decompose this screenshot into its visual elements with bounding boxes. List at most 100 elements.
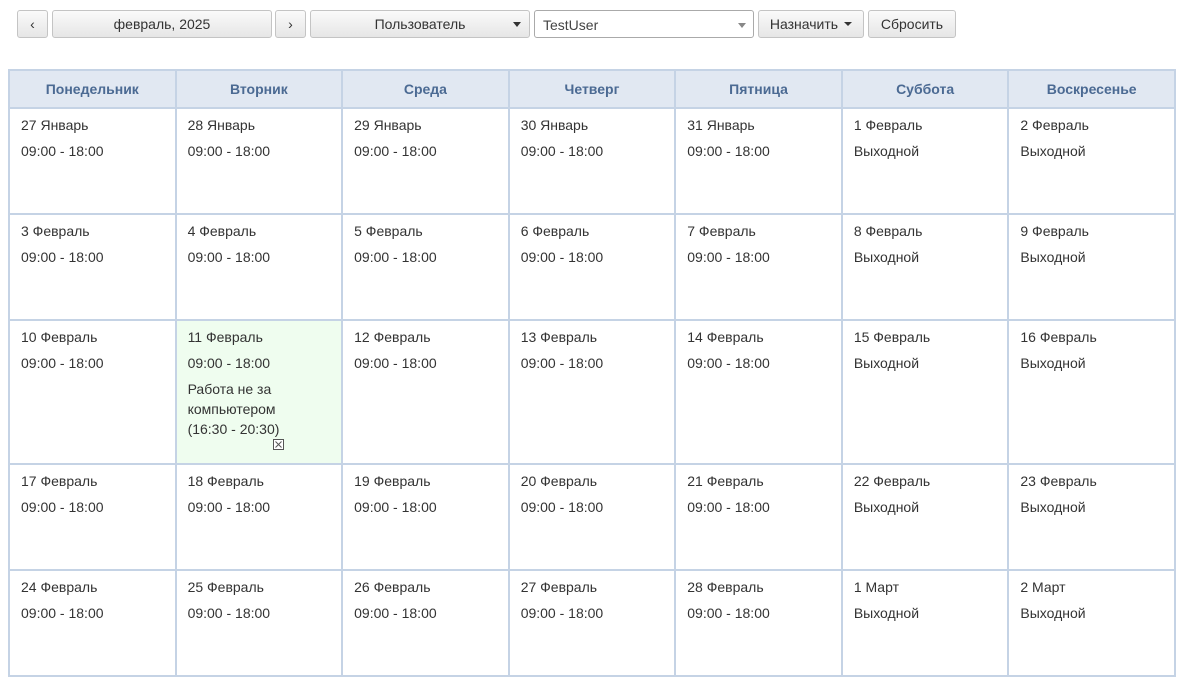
day-schedule: 09:00 - 18:00: [520, 249, 604, 265]
day-cell[interactable]: 22 Февраль Выходной: [840, 463, 1010, 571]
day-cell[interactable]: 14 Февраль 09:00 - 18:00: [674, 319, 843, 465]
day-cell[interactable]: 5 Февраль 09:00 - 18:00: [341, 213, 510, 321]
day-date: 22 Февраль: [853, 473, 931, 489]
mode-select-label: Пользователь: [374, 16, 466, 32]
day-cell[interactable]: 7 Февраль 09:00 - 18:00: [674, 213, 843, 321]
month-label: февраль, 2025: [113, 16, 211, 32]
day-cell-content: 25 Февраль 09:00 - 18:00: [177, 571, 342, 623]
day-cell[interactable]: 20 Февраль 09:00 - 18:00: [507, 463, 677, 571]
day-cell[interactable]: 2 Март Выходной: [1007, 569, 1176, 677]
day-cell[interactable]: 1 Март Выходной: [840, 569, 1010, 677]
day-cell-content: 12 Февраль 09:00 - 18:00: [343, 321, 508, 373]
day-cell-content: 27 Февраль 09:00 - 18:00: [510, 571, 675, 623]
day-cell[interactable]: 18 Февраль 09:00 - 18:00: [174, 463, 344, 571]
day-cell[interactable]: 17 Февраль 09:00 - 18:00: [8, 463, 177, 571]
day-cell-content: 15 Февраль Выходной: [843, 321, 1008, 373]
day-cell[interactable]: 27 Февраль 09:00 - 18:00: [507, 569, 677, 677]
day-date: 26 Февраль: [354, 579, 431, 595]
assign-label: Назначить: [769, 16, 839, 32]
week-row: 17 Февраль 09:00 - 18:00 18 Февраль 09:00 -…: [8, 463, 1176, 571]
day-cell[interactable]: 30 Январь 09:00 - 18:00: [507, 107, 677, 215]
day-schedule: Выходной: [1020, 605, 1086, 621]
caret-down-icon: [738, 23, 746, 28]
day-date: 12 Февраль: [354, 329, 431, 345]
day-cell[interactable]: 29 Январь 09:00 - 18:00: [341, 107, 510, 215]
weekday-header: Пятница: [674, 69, 843, 109]
day-cell[interactable]: 2 Февраль Выходной: [1007, 107, 1176, 215]
day-schedule: Выходной: [853, 499, 920, 515]
weekday-header: Четверг: [507, 69, 677, 109]
day-cell-content: 29 Январь 09:00 - 18:00: [343, 109, 508, 161]
day-cell[interactable]: 21 Февраль 09:00 - 18:00: [674, 463, 843, 571]
day-cell[interactable]: 28 Февраль 09:00 - 18:00: [674, 569, 843, 677]
day-cell[interactable]: 24 Февраль 09:00 - 18:00: [8, 569, 177, 677]
weekday-header: Суббота: [840, 69, 1010, 109]
weekday-header: Вторник: [174, 69, 344, 109]
day-cell[interactable]: 15 Февраль Выходной: [840, 319, 1010, 465]
day-date: 13 Февраль: [520, 329, 598, 345]
day-schedule: Выходной: [1020, 143, 1086, 159]
day-cell-content: 14 Февраль 09:00 - 18:00: [676, 321, 841, 373]
day-cell[interactable]: 8 Февраль Выходной: [840, 213, 1010, 321]
toolbar: ‹ февраль, 2025 › Пользователь TestUser …: [0, 0, 1183, 48]
day-cell[interactable]: 1 Февраль Выходной: [840, 107, 1010, 215]
calendar-event[interactable]: Работа не за компьютером (16:30 - 20:30): [188, 379, 318, 439]
weekday-header: Воскресенье: [1007, 69, 1176, 109]
day-cell-content: 13 Февраль 09:00 - 18:00: [510, 321, 675, 373]
day-schedule: 09:00 - 18:00: [187, 249, 271, 265]
day-cell-content: 27 Январь 09:00 - 18:00: [10, 109, 175, 161]
day-cell[interactable]: 9 Февраль Выходной: [1007, 213, 1176, 321]
month-display-button[interactable]: февраль, 2025: [52, 10, 272, 38]
day-schedule: Выходной: [1020, 355, 1086, 371]
day-date: 20 Февраль: [520, 473, 598, 489]
day-date: 25 Февраль: [187, 579, 264, 595]
day-cell[interactable]: 13 Февраль 09:00 - 18:00: [507, 319, 677, 465]
day-cell-content: 19 Февраль 09:00 - 18:00: [343, 465, 508, 517]
day-cell-content: 31 Январь 09:00 - 18:00: [676, 109, 841, 161]
day-date: 3 Февраль: [21, 223, 90, 239]
day-schedule: 09:00 - 18:00: [687, 605, 770, 621]
day-date: 11 Февраль: [187, 329, 263, 345]
day-cell[interactable]: 4 Февраль 09:00 - 18:00: [174, 213, 344, 321]
day-cell[interactable]: 10 Февраль 09:00 - 18:00: [8, 319, 177, 465]
day-schedule: 09:00 - 18:00: [687, 249, 770, 265]
day-cell[interactable]: 25 Февраль 09:00 - 18:00: [174, 569, 344, 677]
assign-button[interactable]: Назначить: [758, 10, 864, 38]
reset-button[interactable]: Сбросить: [868, 10, 956, 38]
day-schedule: 09:00 - 18:00: [187, 605, 271, 621]
day-schedule: 09:00 - 18:00: [687, 499, 770, 515]
user-select[interactable]: TestUser: [534, 10, 754, 38]
day-schedule: 09:00 - 18:00: [354, 605, 437, 621]
day-cell-content: 21 Февраль 09:00 - 18:00: [676, 465, 841, 517]
prev-month-button[interactable]: ‹: [17, 10, 48, 38]
next-month-button[interactable]: ›: [275, 10, 306, 38]
day-date: 18 Февраль: [187, 473, 264, 489]
day-cell[interactable]: 6 Февраль 09:00 - 18:00: [507, 213, 677, 321]
day-cell[interactable]: 12 Февраль 09:00 - 18:00: [341, 319, 510, 465]
day-cell[interactable]: 19 Февраль 09:00 - 18:00: [341, 463, 510, 571]
day-cell-content: 28 Январь 09:00 - 18:00: [177, 109, 342, 161]
week-row: 3 Февраль 09:00 - 18:00 4 Февраль 09:00 - 1…: [8, 213, 1176, 321]
day-schedule: 09:00 - 18:00: [520, 355, 604, 371]
week-row: 27 Январь 09:00 - 18:00 28 Январь 09:00 - 1…: [8, 107, 1176, 215]
delete-icon[interactable]: [272, 439, 284, 450]
day-schedule: 09:00 - 18:00: [187, 499, 271, 515]
day-schedule: 09:00 - 18:00: [687, 355, 770, 371]
day-schedule: 09:00 - 18:00: [21, 143, 104, 159]
day-cell-content: 30 Январь 09:00 - 18:00: [510, 109, 675, 161]
day-cell[interactable]: 27 Январь 09:00 - 18:00: [8, 107, 177, 215]
day-schedule: Выходной: [1020, 249, 1086, 265]
day-cell[interactable]: 23 Февраль Выходной: [1007, 463, 1176, 571]
weekday-header: Среда: [341, 69, 510, 109]
mode-select[interactable]: Пользователь: [310, 10, 530, 38]
day-schedule: 09:00 - 18:00: [21, 355, 104, 371]
day-cell[interactable]: 31 Январь 09:00 - 18:00: [674, 107, 843, 215]
day-cell[interactable]: 11 Февраль 09:00 - 18:00 Работа не за комп…: [174, 319, 344, 465]
day-cell[interactable]: 16 Февраль Выходной: [1007, 319, 1176, 465]
day-schedule: 09:00 - 18:00: [520, 605, 604, 621]
day-cell[interactable]: 26 Февраль 09:00 - 18:00: [341, 569, 510, 677]
day-cell-content: 17 Февраль 09:00 - 18:00: [10, 465, 175, 517]
day-cell[interactable]: 28 Январь 09:00 - 18:00: [174, 107, 344, 215]
day-schedule: 09:00 - 18:00: [21, 249, 104, 265]
day-cell[interactable]: 3 Февраль 09:00 - 18:00: [8, 213, 177, 321]
